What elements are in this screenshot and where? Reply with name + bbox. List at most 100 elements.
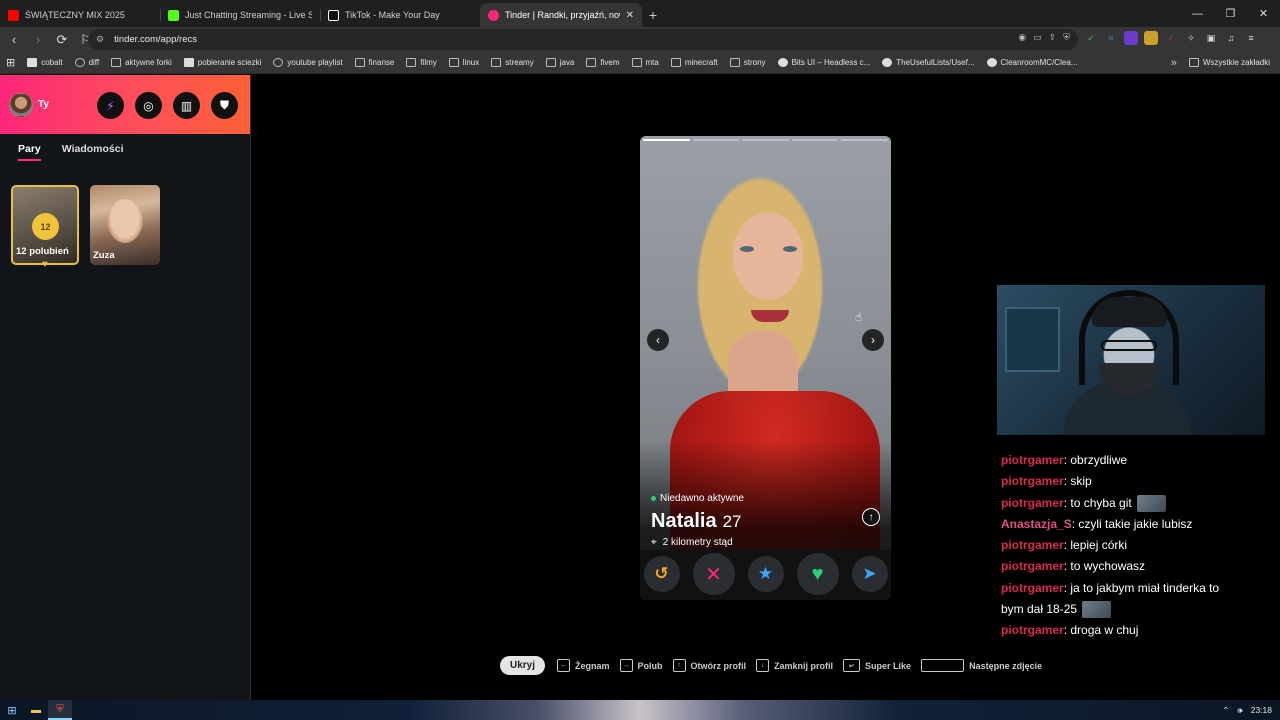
match-card[interactable]: Zuza: [90, 185, 160, 265]
hint-label: Następne zdjęcie: [969, 660, 1043, 671]
file-explorer-icon[interactable]: ▬: [24, 700, 48, 720]
bookmark-bits-ui[interactable]: Bits UI – Headless c...: [772, 52, 877, 74]
activity-status: Niedawno aktywne: [651, 493, 744, 504]
tab-youtube-mix[interactable]: ŚWIĄTECZNY MIX 2025: [0, 3, 160, 27]
bookmark-folder-java[interactable]: java: [540, 52, 581, 74]
menu-icon[interactable]: ≡: [1244, 31, 1258, 45]
active-dot-icon: [651, 496, 656, 501]
share-icon[interactable]: ⇪: [1049, 32, 1057, 43]
apps-grid-icon[interactable]: ⊞: [0, 52, 21, 74]
tab-kick-stream[interactable]: Just Chatting Streaming - Live Stream: [160, 3, 320, 27]
bookmark-folder-fivem[interactable]: fivem: [580, 52, 625, 74]
explore-compass-icon[interactable]: ◎: [135, 92, 162, 119]
media-icon[interactable]: ♫: [1224, 31, 1238, 45]
windows-start-icon[interactable]: ⊞: [0, 700, 24, 720]
close-window-button[interactable]: ✕: [1247, 0, 1280, 27]
distance: ⌖ 2 kilometry stąd: [651, 537, 744, 548]
safety-shield-icon[interactable]: ⛊: [211, 92, 238, 119]
nope-button[interactable]: ✕: [692, 553, 735, 595]
tab-tiktok[interactable]: TikTok - Make Your Day: [320, 3, 480, 27]
bookmark-folder-filmy[interactable]: filmy: [400, 52, 442, 74]
tab-title: TikTok - Make Your Day: [345, 10, 440, 20]
bookmark-label: filmy: [420, 58, 437, 67]
chat-text: czyli takie jakie lubisz: [1078, 516, 1193, 531]
location-pin-icon: ⌖: [651, 537, 657, 548]
distance-text: 2 kilometry stąd: [662, 537, 733, 548]
briefcase-icon[interactable]: ▥: [173, 92, 200, 119]
site-info-icon[interactable]: ⚙: [96, 34, 104, 45]
bookmark-folder-mta[interactable]: mta: [626, 52, 665, 74]
purple-extension-icon[interactable]: [1124, 31, 1138, 45]
like-button[interactable]: ♥: [796, 553, 839, 595]
tab-tinder[interactable]: Tinder | Randki, przyjaźń, nowe zn ✕: [480, 3, 642, 27]
cam-hair: [1092, 297, 1167, 327]
avatar[interactable]: [9, 92, 33, 117]
clock[interactable]: 23:18: [1251, 705, 1272, 715]
prev-photo-button[interactable]: ‹: [647, 329, 669, 351]
rewind-button[interactable]: ↺: [643, 556, 680, 592]
puzzle-extensions-icon[interactable]: ✧: [1184, 31, 1198, 45]
hide-shortcuts-button[interactable]: Ukryj: [500, 656, 546, 675]
profile-card[interactable]: ‹ › Niedawno aktywne Natalia 27 ⌖ 2 kilo…: [640, 136, 891, 600]
address-bar[interactable]: ⚙ tinder.com/app/recs ◉ ▭ ⇪ ⛨: [88, 29, 1078, 50]
cam-beard: [1099, 363, 1159, 395]
boost-button[interactable]: ➤: [851, 556, 888, 592]
bookmark-folder-streamy[interactable]: streamy: [485, 52, 539, 74]
location-icon[interactable]: ◉: [1018, 32, 1026, 43]
browser-tab-strip: ŚWIĄTECZNY MIX 2025 Just Chatting Stream…: [0, 0, 1280, 27]
shield-icon[interactable]: ⛨: [1063, 32, 1070, 43]
bookmark-label: linux: [462, 58, 480, 67]
hint-close-profile: ↓ Zamknij profil: [756, 659, 833, 672]
likes-you-card[interactable]: 12 12 polubień ♥: [11, 185, 79, 270]
open-profile-arrow-icon[interactable]: ↑: [862, 508, 880, 526]
forward-button[interactable]: ›: [28, 30, 48, 50]
profile-name[interactable]: Ty: [38, 99, 49, 110]
tab-matches[interactable]: Pary: [18, 143, 41, 161]
restore-button[interactable]: ❐: [1214, 0, 1247, 27]
bookmark-label: fivem: [600, 58, 620, 67]
match-name: Zuza: [93, 250, 115, 261]
cast-icon[interactable]: ▭: [1033, 32, 1042, 43]
chat-text: lepiej córki: [1070, 538, 1128, 553]
chat-username: piotrgamer: [1001, 495, 1064, 510]
sidebar-toggle-icon[interactable]: ▣: [1204, 31, 1218, 45]
wave-extension-icon[interactable]: ≈: [1104, 31, 1118, 45]
bookmark-usefullists[interactable]: TheUsefulLists/Usef...: [876, 52, 980, 74]
yellow-extension-icon[interactable]: [1144, 31, 1158, 45]
new-tab-button[interactable]: +: [642, 3, 664, 27]
bookmark-folder-minecraft[interactable]: minecraft: [665, 52, 724, 74]
bookmark-folder-finanse[interactable]: finanse: [349, 52, 401, 74]
browser-taskbar-icon[interactable]: ⛨: [48, 700, 72, 720]
folder-icon: [406, 58, 417, 67]
chat-text: ja to jakbym miał tinderka to: [1070, 580, 1220, 595]
chat-text: to chyba git: [1070, 495, 1132, 510]
check-extension-icon[interactable]: ✓: [1084, 31, 1098, 45]
red-extension-icon[interactable]: ∕: [1164, 31, 1178, 45]
super-like-button[interactable]: ★: [747, 556, 784, 592]
all-bookmarks-folder[interactable]: Wszystkie zakładki: [1183, 52, 1280, 74]
next-photo-button[interactable]: ›: [862, 329, 884, 351]
hint-open-profile: ↑ Otwórz profil: [672, 659, 746, 672]
bookmark-aktywne-forki[interactable]: aktywne forki: [105, 52, 178, 74]
keyboard-shortcuts: Ukryj ← Żegnam → Polub ↑ Otwórz profil ↓ Zam…: [500, 656, 1052, 675]
tray-chevron-icon[interactable]: ⌃: [1222, 705, 1229, 716]
tab-messages[interactable]: Wiadomości: [62, 143, 124, 161]
chat-message: piotrgamer: to chyba git: [1001, 493, 1269, 514]
bookmark-pobieranie[interactable]: pobieranie sciezki: [178, 52, 268, 74]
chat-message: piotrgamer: droga w chuj: [1001, 623, 1139, 638]
bookmark-folder-linux[interactable]: linux: [443, 52, 485, 74]
boost-bolt-icon[interactable]: ⚡: [97, 92, 124, 119]
minimize-button[interactable]: —: [1181, 0, 1214, 27]
header-actions: ⚡ ◎ ▥ ⛊: [97, 92, 238, 119]
close-tab-icon[interactable]: ✕: [626, 10, 634, 21]
volume-icon[interactable]: 🕪: [1237, 705, 1242, 716]
bookmark-diff[interactable]: diff: [69, 52, 106, 74]
back-button[interactable]: ‹: [4, 30, 24, 50]
bookmark-cobalt[interactable]: cobalt: [21, 52, 68, 74]
bookmark-folder-strony[interactable]: strony: [724, 52, 772, 74]
more-bookmarks-icon[interactable]: »: [1165, 57, 1183, 69]
bookmark-label: streamy: [505, 58, 534, 67]
bookmark-youtube-playlist[interactable]: youtube playlist: [267, 52, 348, 74]
reload-button[interactable]: ⟳: [52, 30, 72, 50]
bookmark-cleanroommc[interactable]: CleanroomMC/Clea...: [981, 52, 1084, 74]
